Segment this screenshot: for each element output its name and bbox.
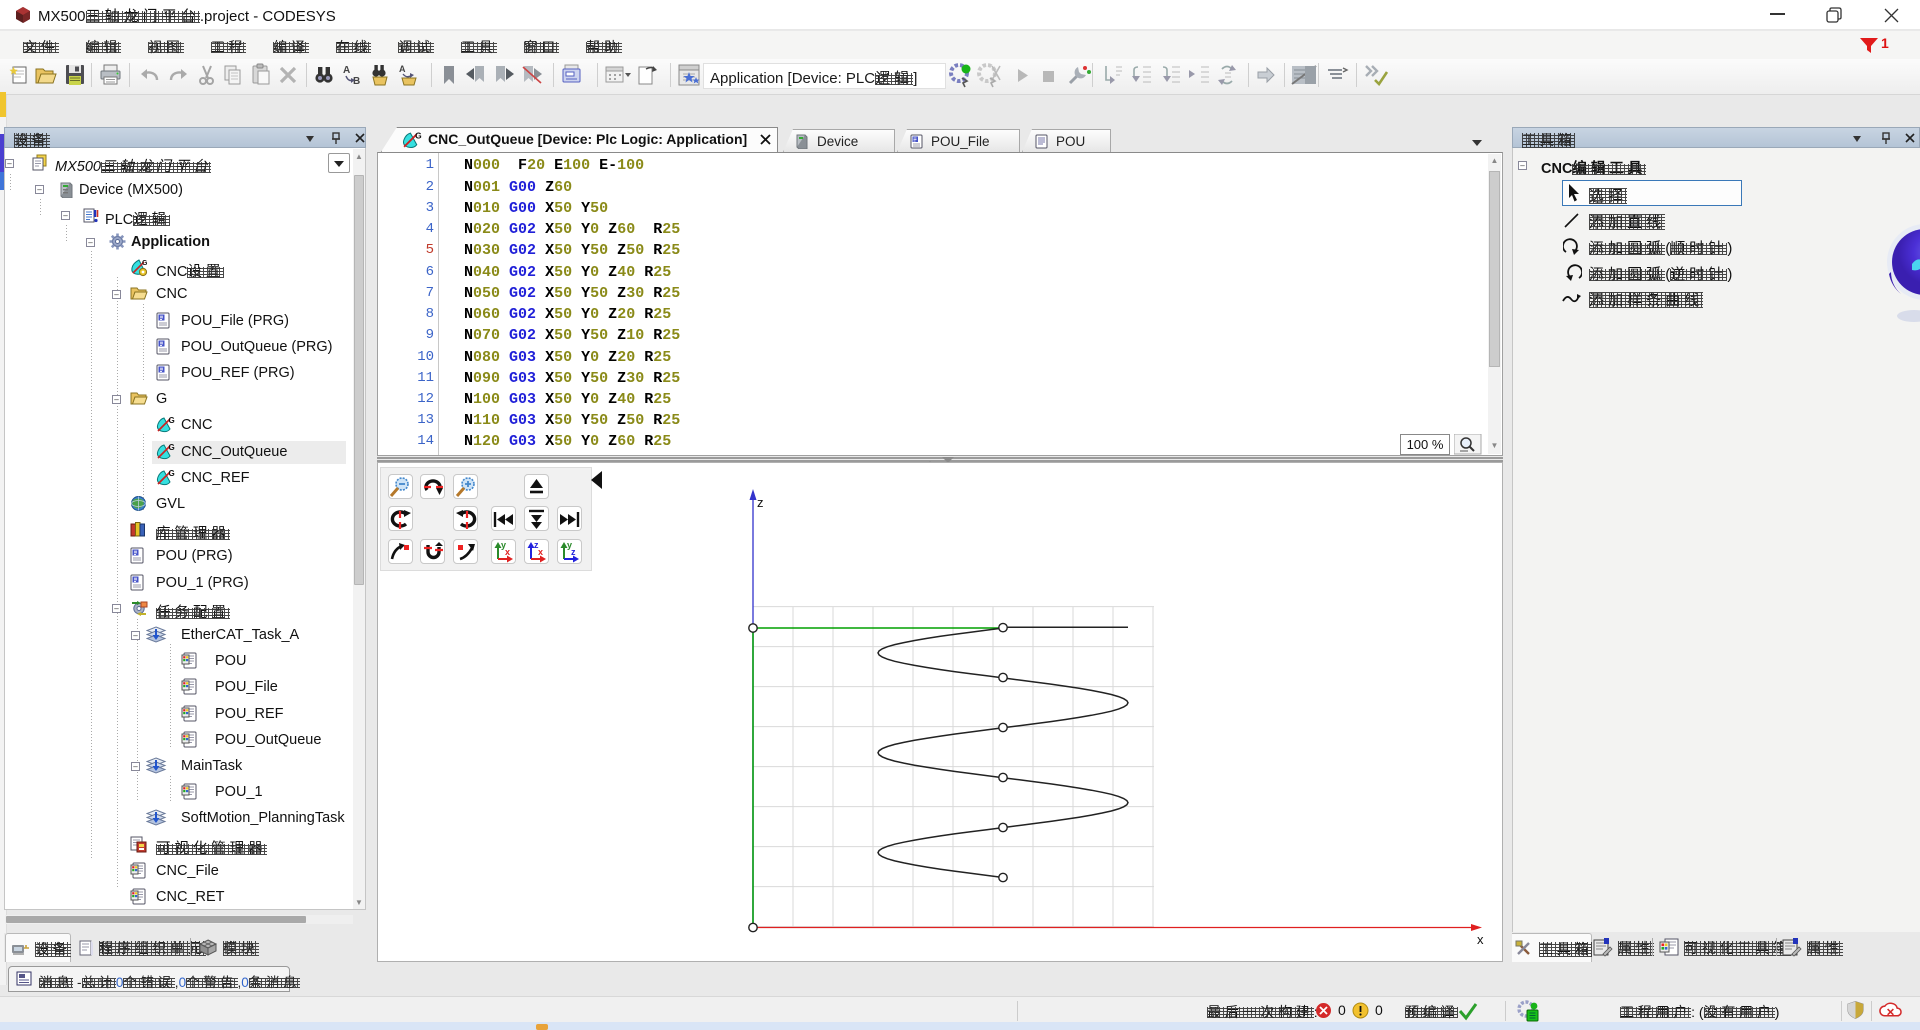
svg-text:G: G [169,469,175,478]
svg-text:x: x [505,547,510,557]
svg-text:G: G [169,416,175,425]
svg-text:G: G [142,260,148,267]
svg-text:A: A [399,64,406,74]
svg-text:x: x [1477,932,1484,947]
svg-text:z: z [757,495,764,510]
svg-text:z: z [571,547,576,557]
svg-text:x: x [538,547,543,557]
svg-text:G: G [415,131,422,140]
svg-text:A: A [343,65,350,76]
svg-text:G: G [169,443,175,452]
svg-text:B: B [353,76,360,86]
